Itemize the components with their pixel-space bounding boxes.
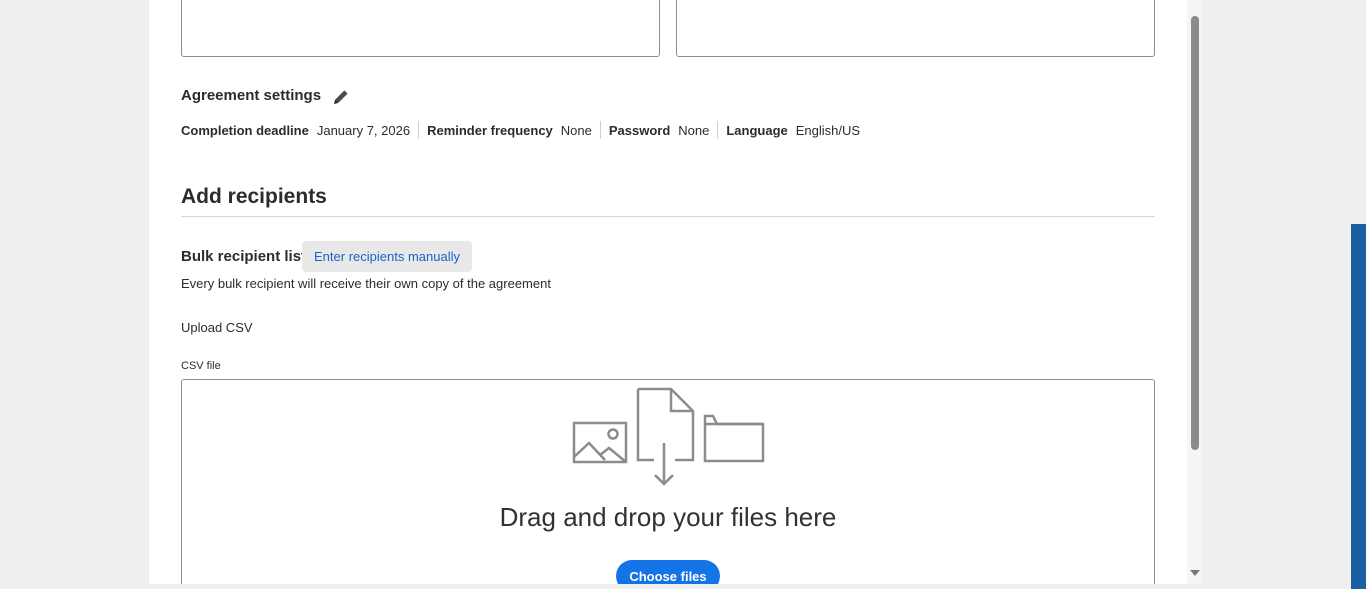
add-recipients-heading: Add recipients bbox=[181, 185, 327, 208]
enter-recipients-manually-button[interactable]: Enter recipients manually bbox=[302, 241, 472, 272]
setting-value: None bbox=[560, 122, 592, 138]
setting-label: Language bbox=[726, 122, 788, 138]
folder-icon bbox=[703, 414, 765, 463]
upload-csv-heading: Upload CSV bbox=[181, 320, 253, 335]
image-icon bbox=[572, 421, 628, 464]
upload-illustration bbox=[572, 387, 765, 486]
drop-instruction: Drag and drop your files here bbox=[499, 502, 837, 532]
csv-file-label: CSV file bbox=[181, 360, 221, 372]
setting-language: Language English/US bbox=[717, 121, 868, 139]
csv-dropzone[interactable]: Drag and drop your files here Choose fil… bbox=[181, 379, 1155, 584]
scrollbar-thumb[interactable] bbox=[1191, 16, 1199, 450]
bulk-recipient-list-label: Bulk recipient list bbox=[181, 248, 307, 265]
edit-settings-button[interactable] bbox=[331, 87, 351, 107]
setting-reminder-frequency: Reminder frequency None bbox=[418, 121, 600, 139]
pencil-icon bbox=[334, 90, 348, 104]
bulk-recipient-description: Every bulk recipient will receive their … bbox=[181, 276, 551, 291]
setting-password: Password None bbox=[599, 121, 718, 139]
setting-completion-deadline: Completion deadline January 7, 2026 bbox=[181, 121, 418, 139]
main-content: Agreement settings Completion deadline J… bbox=[149, 0, 1202, 584]
section-divider bbox=[181, 216, 1155, 217]
setting-value: None bbox=[678, 122, 710, 138]
setting-label: Password bbox=[608, 122, 671, 138]
right-side-panel-edge bbox=[1351, 224, 1366, 589]
scroll-down-arrow-icon[interactable] bbox=[1190, 570, 1200, 576]
agreement-settings-title: Agreement settings bbox=[181, 87, 322, 104]
setting-value: January 7, 2026 bbox=[316, 122, 411, 138]
message-textarea-left[interactable] bbox=[181, 0, 660, 57]
message-textarea-right[interactable] bbox=[676, 0, 1155, 57]
setting-label: Reminder frequency bbox=[427, 122, 553, 138]
choose-files-button[interactable]: Choose files bbox=[616, 560, 720, 584]
setting-value: English/US bbox=[795, 122, 861, 138]
setting-label: Completion deadline bbox=[181, 122, 309, 138]
settings-summary: Completion deadline January 7, 2026 Remi… bbox=[181, 121, 868, 139]
file-download-icon bbox=[636, 387, 695, 486]
